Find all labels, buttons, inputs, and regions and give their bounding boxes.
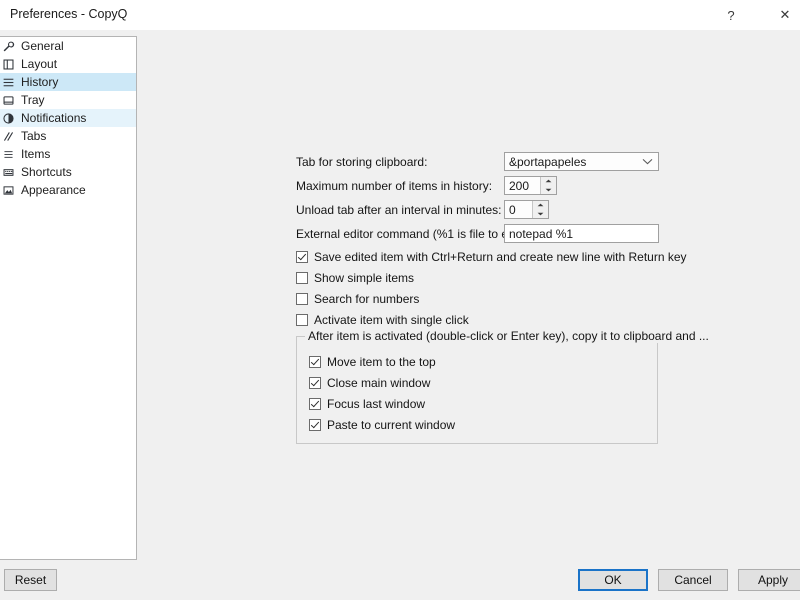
checkbox-search-for-numbers[interactable]: Search for numbers [296,288,666,309]
field-label: Tab for storing clipboard: [296,154,428,169]
checkbox-label: Show simple items [314,270,415,285]
spinbox-value: 0 [509,202,516,217]
input-value: notepad %1 [509,226,574,241]
chevron-down-icon [642,153,653,170]
groupbox-title: After item is activated (double-click or… [305,330,712,343]
checkbox-label: Focus last window [327,396,426,411]
checkbox-label: Search for numbers [314,291,420,306]
tray-icon [1,93,16,107]
tabs-icon [1,129,16,143]
keyboard-icon [1,165,16,179]
settings-category-list[interactable]: General Layout History Tray Notification… [0,36,137,560]
field-control: notepad %1 [504,224,659,243]
checkbox-indicator[interactable] [309,355,321,368]
cancel-button[interactable]: Cancel [658,569,728,591]
appearance-icon [1,183,16,197]
close-icon[interactable]: ✕ [762,0,800,30]
sidebar-item-general[interactable]: General [0,37,136,55]
sidebar-item-tabs[interactable]: Tabs [0,127,136,145]
checkbox-label: Save edited item with Ctrl+Return and cr… [314,249,687,264]
field-row-unload-interval: Unload tab after an interval in minutes:… [296,198,666,221]
field-row-max-items: Maximum number of items in history: 200 [296,174,666,197]
wrench-icon [1,39,16,53]
checkbox-paste-to-current-window[interactable]: Paste to current window [309,414,657,435]
sidebar-item-label: Layout [21,57,58,71]
layout-icon [1,57,16,71]
field-label: Unload tab after an interval in minutes: [296,202,502,217]
after-activation-groupbox: After item is activated (double-click or… [296,330,712,444]
dialog-body: General Layout History Tray Notification… [0,30,800,600]
checkbox-label: Close main window [327,375,431,390]
notification-icon [1,111,16,125]
sidebar-item-history[interactable]: History [0,73,136,91]
title-bar: Preferences - CopyQ ? ✕ [0,0,800,31]
field-row-tab-for-storing-clipboard: Tab for storing clipboard: &portapapeles [296,150,666,173]
checkbox-indicator[interactable] [309,376,321,389]
spinbox-up-icon[interactable] [541,177,556,186]
checkbox-show-simple-items[interactable]: Show simple items [296,267,666,288]
sidebar-item-label: Items [21,147,51,161]
sidebar-item-tray[interactable]: Tray [0,91,136,109]
items-icon [1,147,16,161]
sidebar-item-appearance[interactable]: Appearance [0,181,136,199]
sidebar-item-notifications[interactable]: Notifications [0,109,136,127]
combobox-value: &portapapeles [509,154,587,169]
field-label: External editor command (%1 is file to e… [296,226,529,241]
checkbox-indicator[interactable] [309,397,321,410]
preferences-dialog: Preferences - CopyQ ? ✕ General Layout H… [0,0,800,600]
max-items-spinbox[interactable]: 200 [504,176,557,195]
checkbox-save-edited-item[interactable]: Save edited item with Ctrl+Return and cr… [296,246,687,267]
checkbox-focus-last-window[interactable]: Focus last window [309,393,657,414]
checkbox-move-item-to-top[interactable]: Move item to the top [309,351,657,372]
sidebar-item-label: Notifications [21,111,87,125]
help-button[interactable]: ? [708,0,754,30]
reset-button[interactable]: Reset [4,569,57,591]
sidebar-item-label: Appearance [21,183,86,197]
ok-button[interactable]: OK [578,569,648,591]
window-title: Preferences - CopyQ [10,7,128,21]
history-settings-pane: Tab for storing clipboard: &portapapeles… [296,150,712,444]
dialog-button-bar: OK Cancel Apply [578,569,800,591]
spinbox-buttons [532,201,548,218]
spinbox-value: 200 [509,178,530,193]
field-control: &portapapeles [504,152,659,171]
checkbox-label: Paste to current window [327,417,456,432]
sidebar-item-label: Tray [21,93,45,107]
field-control: 200 [504,176,557,195]
unload-interval-spinbox[interactable]: 0 [504,200,549,219]
apply-button[interactable]: Apply [738,569,800,591]
checkbox-close-main-window[interactable]: Close main window [309,372,657,393]
checkbox-activate-single-click[interactable]: Activate item with single click [296,309,666,330]
spinbox-down-icon[interactable] [541,186,556,195]
list-icon [1,75,16,89]
sidebar-item-label: History [21,75,59,89]
sidebar-item-label: General [21,39,64,53]
field-label: Maximum number of items in history: [296,178,493,193]
field-control: 0 [504,200,549,219]
spinbox-down-icon[interactable] [533,210,548,219]
tab-for-storing-clipboard-combobox[interactable]: &portapapeles [504,152,659,171]
checkbox-label: Move item to the top [327,354,436,369]
spinbox-buttons [540,177,556,194]
external-editor-command-input[interactable]: notepad %1 [504,224,659,243]
sidebar-item-label: Tabs [21,129,47,143]
checkbox-indicator[interactable] [296,292,308,305]
checkbox-indicator[interactable] [309,418,321,431]
sidebar-item-shortcuts[interactable]: Shortcuts [0,163,136,181]
field-row-external-editor: External editor command (%1 is file to e… [296,222,666,245]
spinbox-up-icon[interactable] [533,201,548,210]
checkbox-indicator[interactable] [296,313,308,326]
checkbox-indicator[interactable] [296,250,308,263]
sidebar-item-label: Shortcuts [21,165,72,179]
checkbox-indicator[interactable] [296,271,308,284]
sidebar-item-items[interactable]: Items [0,145,136,163]
sidebar-item-layout[interactable]: Layout [0,55,136,73]
checkbox-label: Activate item with single click [314,312,469,327]
